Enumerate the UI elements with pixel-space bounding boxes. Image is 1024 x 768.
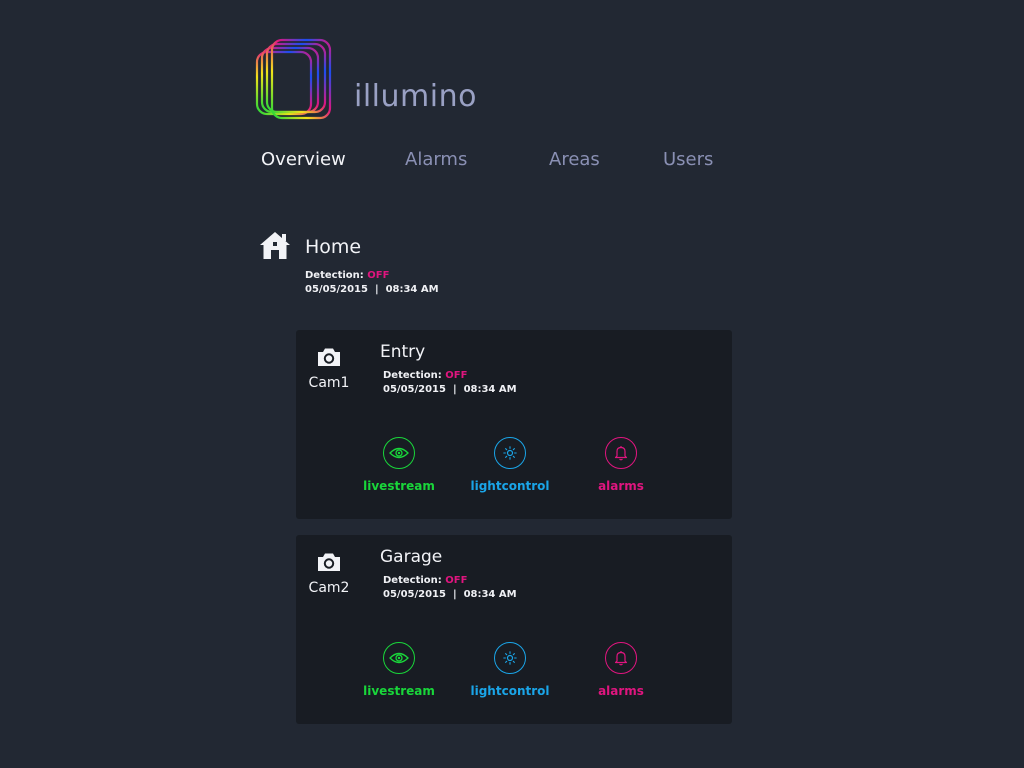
detection-state: OFF — [367, 270, 390, 281]
camera-icon — [318, 348, 340, 366]
livestream-button[interactable]: livestream — [349, 642, 449, 698]
livestream-label: livestream — [363, 684, 435, 698]
livestream-button[interactable]: livestream — [349, 437, 449, 493]
home-icon — [260, 232, 290, 259]
sun-icon — [494, 437, 526, 469]
lightcontrol-label: lightcontrol — [470, 479, 550, 493]
home-time: 08:34 AM — [385, 284, 439, 295]
alarms-label: alarms — [598, 479, 644, 493]
tab-areas[interactable]: Areas — [549, 149, 600, 170]
camera-icon — [318, 553, 340, 571]
home-date: 05/05/2015 — [305, 284, 368, 295]
main-nav: Overview Alarms Areas Users — [0, 149, 1024, 173]
tab-alarms[interactable]: Alarms — [405, 149, 467, 170]
detection-state: OFF — [445, 575, 468, 586]
detection-state: OFF — [445, 370, 468, 381]
livestream-label: livestream — [363, 479, 435, 493]
alarms-button[interactable]: alarms — [571, 437, 671, 493]
home-title: Home — [305, 236, 362, 258]
camera-time: 08:34 AM — [463, 384, 517, 395]
tab-users[interactable]: Users — [663, 149, 713, 170]
lightcontrol-button[interactable]: lightcontrol — [460, 437, 560, 493]
illumino-logo — [255, 38, 332, 120]
app-title: illumino — [354, 79, 477, 114]
camera-card-cam1: Cam1 Entry Detection: OFF 05/05/2015 | 0… — [296, 330, 732, 519]
tab-overview[interactable]: Overview — [261, 149, 346, 170]
camera-date: 05/05/2015 — [383, 589, 446, 600]
camera-card-cam2: Cam2 Garage Detection: OFF 05/05/2015 | … — [296, 535, 732, 724]
bell-icon — [605, 437, 637, 469]
detection-label: Detection: — [383, 575, 442, 586]
area-title: Entry — [380, 342, 426, 362]
separator: | — [452, 589, 457, 600]
alarms-label: alarms — [598, 684, 644, 698]
lightcontrol-label: lightcontrol — [470, 684, 550, 698]
eye-icon — [383, 642, 415, 674]
cam-label: Cam2 — [308, 580, 350, 596]
bell-icon — [605, 642, 637, 674]
camera-status: Detection: OFF 05/05/2015 | 08:34 AM — [383, 574, 517, 602]
home-status: Detection: OFF 05/05/2015 | 08:34 AM — [305, 269, 439, 297]
separator: | — [374, 284, 379, 295]
alarms-button[interactable]: alarms — [571, 642, 671, 698]
detection-label: Detection: — [305, 270, 364, 281]
eye-icon — [383, 437, 415, 469]
camera-status: Detection: OFF 05/05/2015 | 08:34 AM — [383, 369, 517, 397]
area-title: Garage — [380, 547, 443, 567]
sun-icon — [494, 642, 526, 674]
camera-time: 08:34 AM — [463, 589, 517, 600]
camera-date: 05/05/2015 — [383, 384, 446, 395]
lightcontrol-button[interactable]: lightcontrol — [460, 642, 560, 698]
separator: | — [452, 384, 457, 395]
cam-label: Cam1 — [308, 375, 350, 391]
detection-label: Detection: — [383, 370, 442, 381]
